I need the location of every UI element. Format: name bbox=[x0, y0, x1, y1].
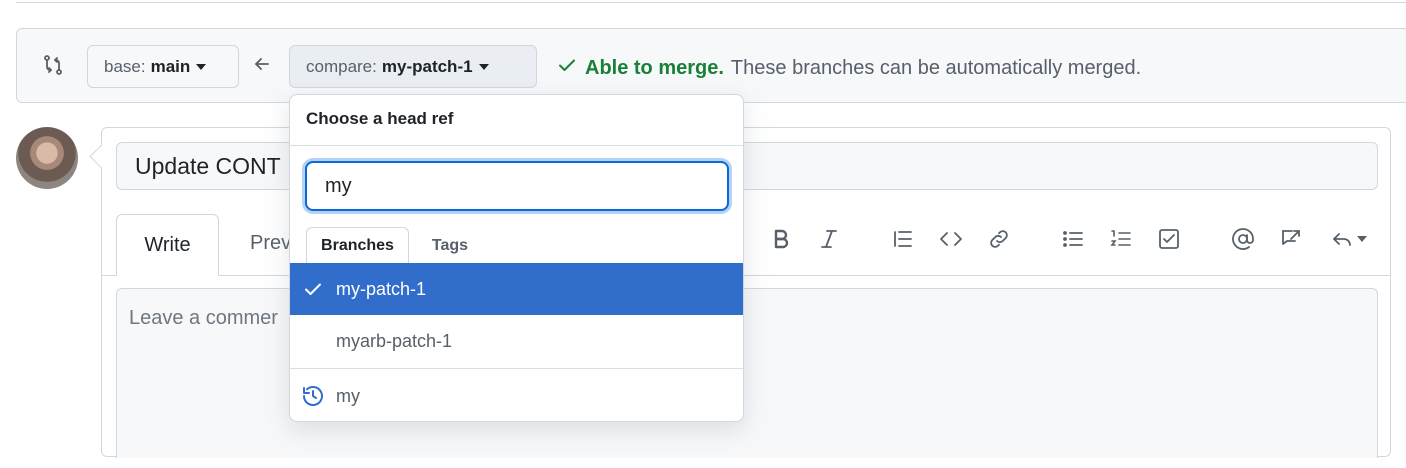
quote-icon[interactable] bbox=[888, 224, 918, 254]
branch-item-selected[interactable]: my-patch-1 bbox=[290, 263, 743, 315]
recent-search-label: my bbox=[336, 385, 360, 406]
tab-tags[interactable]: Tags bbox=[418, 227, 482, 264]
branch-item-label: myarb-patch-1 bbox=[336, 331, 453, 351]
base-branch-name: main bbox=[150, 56, 191, 76]
task-list-icon[interactable] bbox=[1154, 224, 1184, 254]
body-placeholder: Leave a commer bbox=[129, 307, 278, 329]
compare-branch-button[interactable]: compare: my-patch-1 bbox=[289, 45, 537, 88]
compare-label: compare: bbox=[306, 56, 377, 76]
ref-type-tabs: Branches Tags bbox=[290, 225, 743, 264]
italic-icon[interactable] bbox=[814, 224, 844, 254]
recent-search-item[interactable]: my bbox=[290, 370, 743, 421]
tab-branches[interactable]: Branches bbox=[306, 227, 409, 264]
base-label: base: bbox=[104, 56, 146, 76]
branch-item[interactable]: myarb-patch-1 bbox=[290, 315, 743, 369]
caret-down-icon bbox=[1356, 236, 1367, 242]
check-icon bbox=[290, 279, 336, 299]
merge-status: Able to merge. These branches can be aut… bbox=[557, 55, 1141, 81]
tab-preview[interactable]: Prev bbox=[250, 232, 291, 255]
reply-icon[interactable] bbox=[1326, 224, 1370, 254]
git-compare-icon bbox=[41, 53, 65, 77]
merge-ok-text: Able to merge. bbox=[585, 56, 724, 79]
mention-icon[interactable] bbox=[1228, 224, 1258, 254]
dropdown-header: Choose a head ref bbox=[290, 95, 743, 146]
avatar bbox=[16, 127, 78, 189]
bold-icon[interactable] bbox=[766, 224, 796, 254]
branch-item-label: my-patch-1 bbox=[336, 278, 427, 299]
merge-description: These branches can be automatically merg… bbox=[730, 56, 1142, 79]
arrow-left-icon bbox=[251, 53, 273, 75]
head-ref-dropdown: Choose a head ref Branches Tags my-patch… bbox=[289, 94, 744, 422]
compare-branch-name: my-patch-1 bbox=[381, 56, 473, 76]
ordered-list-icon[interactable] bbox=[1106, 224, 1136, 254]
branch-filter-input[interactable] bbox=[305, 161, 729, 211]
compare-bar: base: main compare: my-patch-1 Able to m… bbox=[16, 28, 1406, 103]
caret-down-icon bbox=[196, 63, 207, 70]
top-divider bbox=[16, 0, 1406, 3]
tab-write[interactable]: Write bbox=[116, 214, 219, 276]
base-branch-button[interactable]: base: main bbox=[87, 45, 239, 88]
reference-icon[interactable] bbox=[1276, 224, 1306, 254]
history-icon bbox=[290, 384, 336, 408]
unordered-list-icon[interactable] bbox=[1058, 224, 1088, 254]
check-icon bbox=[557, 55, 577, 81]
code-icon[interactable] bbox=[936, 224, 966, 254]
caret-down-icon bbox=[478, 63, 489, 70]
link-icon[interactable] bbox=[984, 224, 1014, 254]
